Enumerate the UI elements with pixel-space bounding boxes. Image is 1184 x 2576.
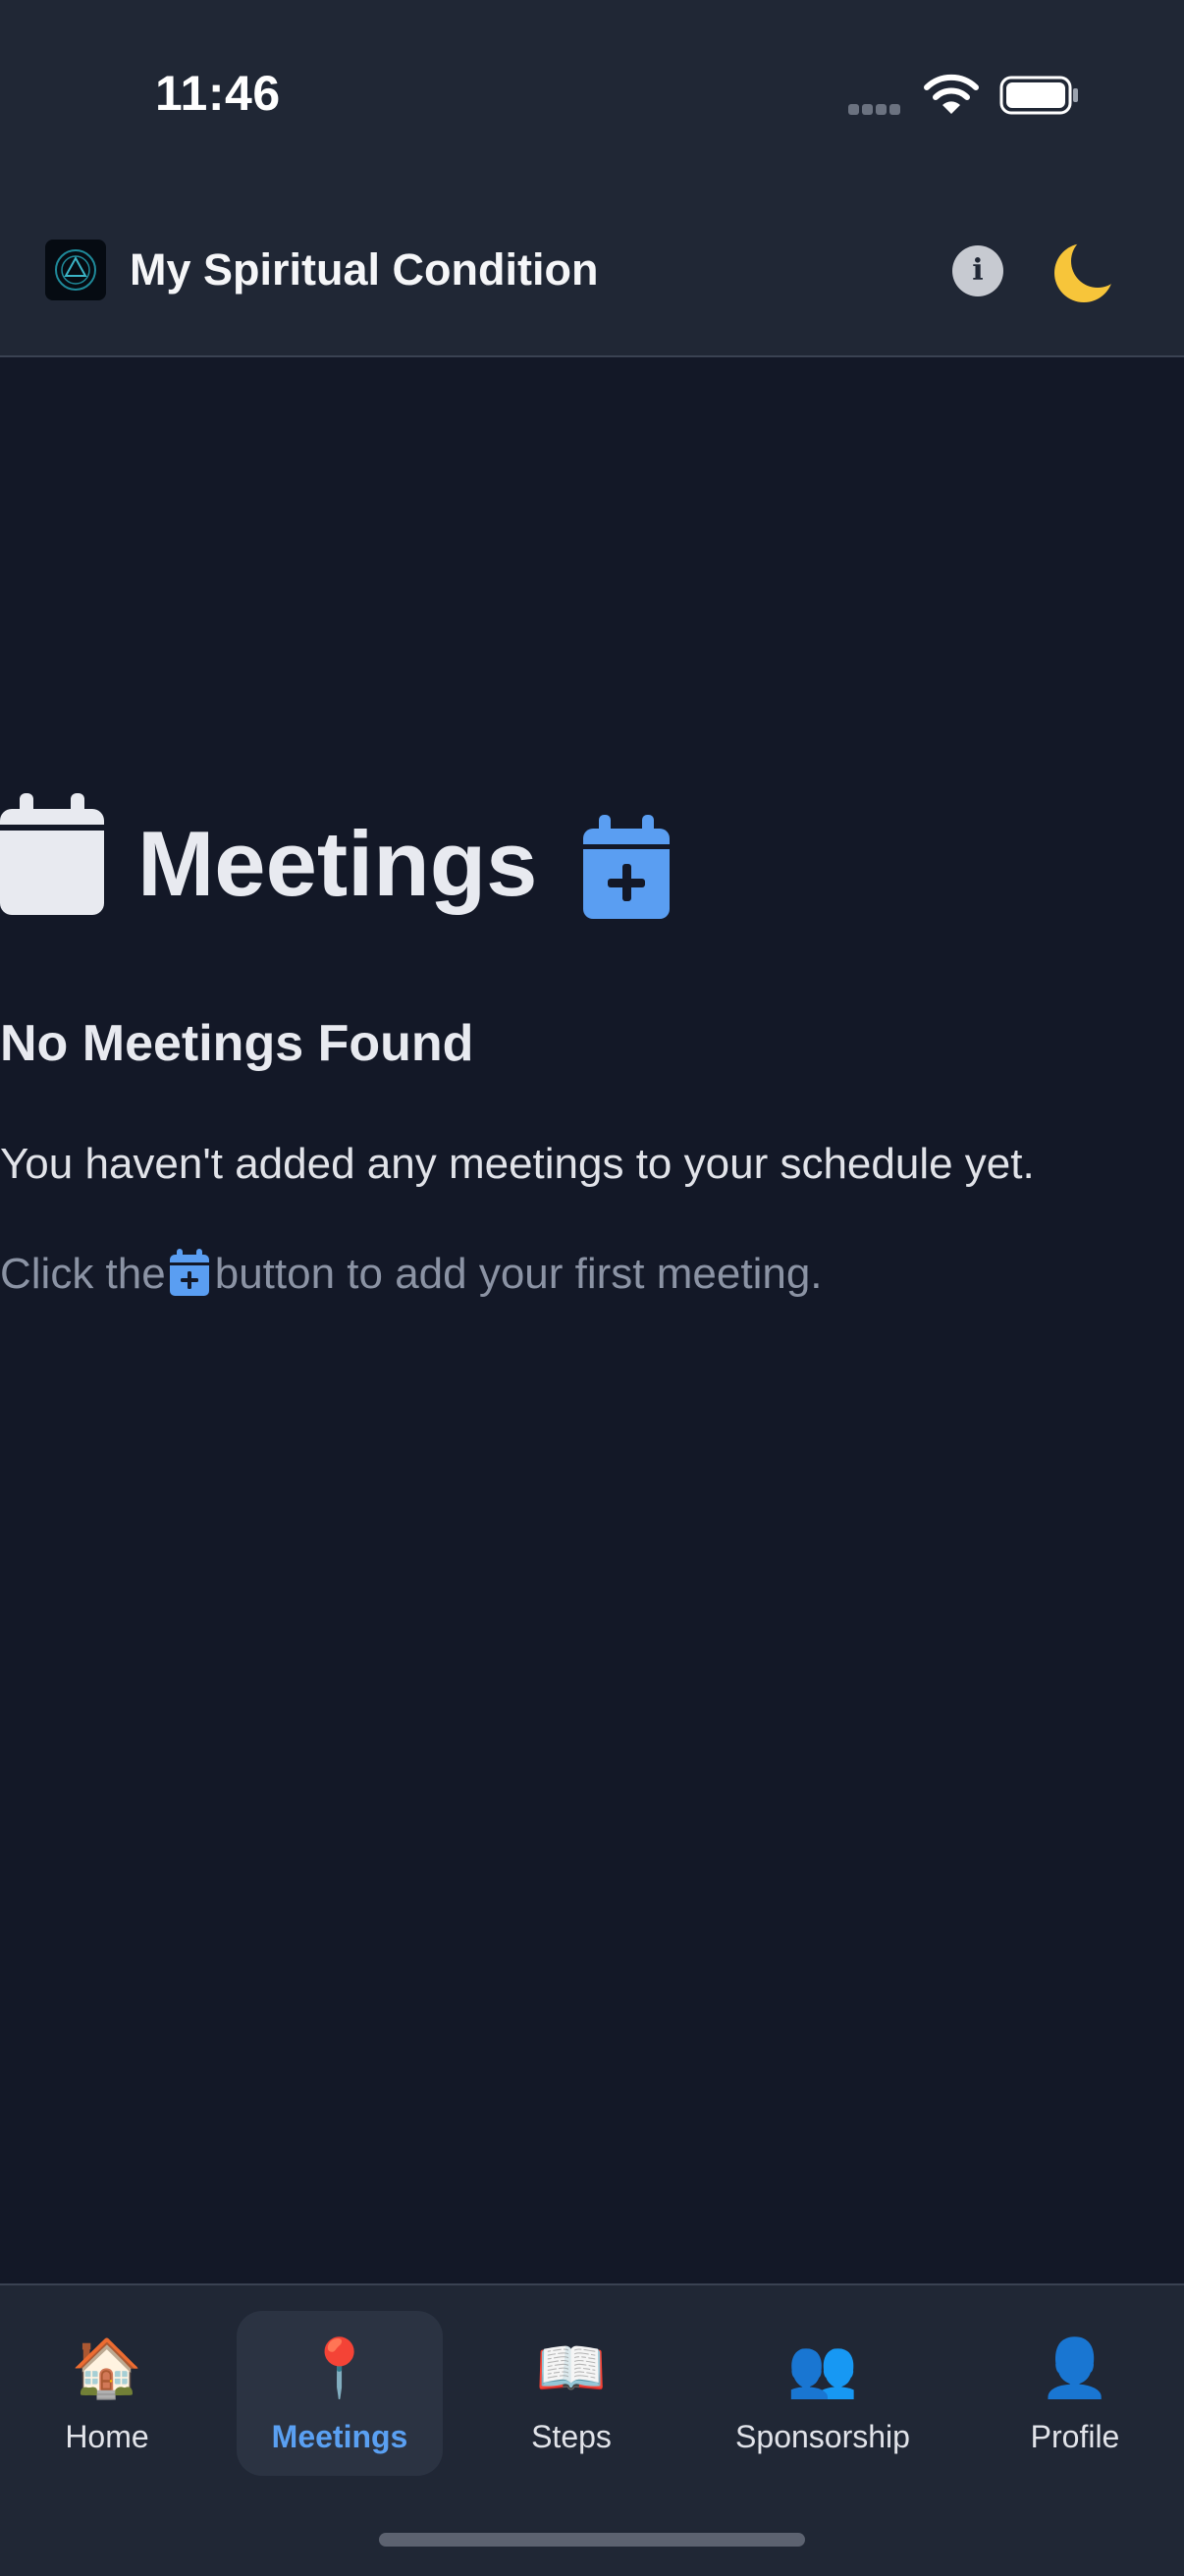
status-time: 11:46 [155,66,281,121]
battery-icon [999,76,1078,115]
tab-label-steps: Steps [531,2419,612,2454]
home-indicator [379,2533,805,2547]
calendar-plus-icon [169,1249,209,1296]
tab-sponsorship[interactable]: 👥 Sponsorship [720,2311,926,2476]
empty-state-message: You haven't added any meetings to your s… [0,1140,1035,1188]
person-icon: 👤 [1039,2336,1111,2400]
empty-state-hint: Click the button to add your first meeti… [0,1245,823,1304]
empty-state-title: No Meetings Found [0,1015,474,1072]
app-logo-icon [45,240,106,300]
crescent-moon-icon[interactable] [1050,236,1123,308]
hint-text-before: Click the [0,1250,166,1298]
tab-home[interactable]: 🏠 Home [4,2311,210,2476]
page-title: Meetings [137,812,538,915]
cellular-signal-icon [848,102,903,120]
add-meeting-button[interactable] [583,815,670,919]
open-book-icon: 📖 [535,2336,608,2400]
house-icon: 🏠 [71,2336,143,2400]
meetings-heading-row: Meetings [0,793,1184,921]
wifi-icon [924,74,979,114]
tab-profile[interactable]: 👤 Profile [972,2311,1178,2476]
tab-steps[interactable]: 📖 Steps [468,2311,674,2476]
app-title: My Spiritual Condition [130,244,599,295]
tab-meetings[interactable]: 📍 Meetings [237,2311,443,2476]
round-pushpin-icon: 📍 [303,2336,376,2400]
people-icon: 👥 [786,2336,859,2400]
calendar-icon [0,793,104,915]
app-header: My Spiritual Condition i [0,196,1184,357]
tab-label-profile: Profile [1030,2419,1120,2454]
hint-text-after: button to add your first meeting. [214,1250,823,1298]
info-icon[interactable]: i [952,245,1003,296]
tab-label-home: Home [65,2419,149,2454]
status-bar: 11:46 [0,0,1184,196]
tab-label-sponsorship: Sponsorship [735,2419,910,2454]
tab-label-meetings: Meetings [271,2419,408,2454]
